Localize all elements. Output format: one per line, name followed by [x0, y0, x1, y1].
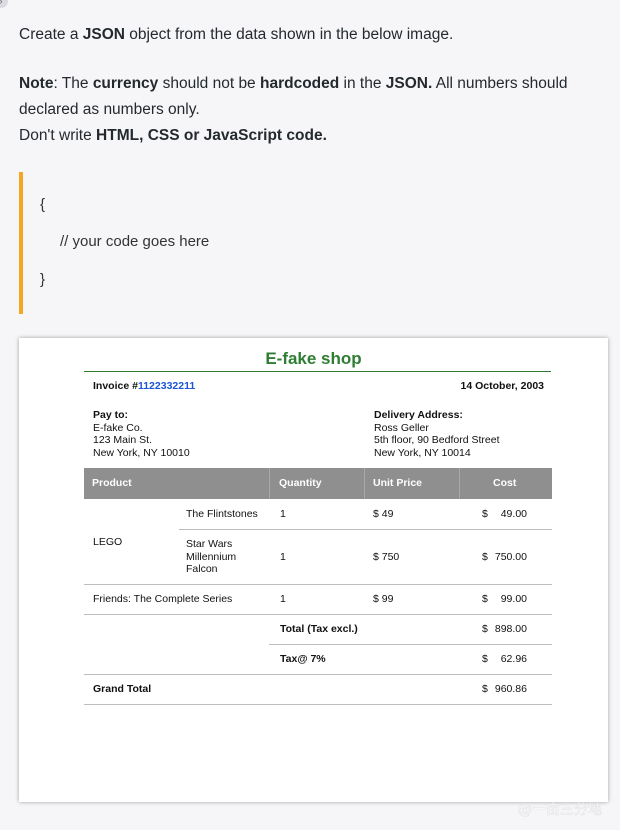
collapse-arrow-icon[interactable]: › — [0, 0, 8, 8]
prompt-line-3: Don't write HTML, CSS or JavaScript code… — [19, 127, 327, 144]
product-group-lego: LEGO — [93, 536, 123, 548]
qty-flintstones: 1 — [280, 508, 286, 520]
prompt-line-1: Create a JSON object from the data shown… — [19, 26, 454, 43]
pay-to-line: E-fake Co. — [93, 421, 143, 434]
code-block[interactable]: { // your code goes here } — [19, 172, 613, 314]
title-divider — [84, 371, 551, 372]
cost-currency-symbol: $ — [482, 508, 488, 520]
cost-friends: 99.00 — [500, 593, 527, 605]
column-divider — [364, 468, 365, 499]
tax-label: Tax@ 7% — [280, 653, 326, 665]
product-star-wars-line: Star Wars — [186, 538, 233, 550]
cost-flintstones: 49.00 — [500, 508, 527, 520]
row-divider — [84, 674, 552, 675]
total-label: Total (Tax excl.) — [280, 623, 358, 635]
delivery-address-block: Delivery Address: Ross Geller 5th floor,… — [374, 409, 500, 459]
column-header-cost: Cost — [493, 477, 517, 489]
row-divider — [269, 644, 552, 645]
cost-star-wars: 750.00 — [494, 551, 527, 563]
tax-currency-symbol: $ — [482, 653, 488, 665]
grand-total-value: 960.86 — [494, 683, 527, 695]
unit-price-star-wars: $ 750 — [373, 551, 400, 563]
column-divider — [459, 468, 460, 499]
unit-price-friends: $ 99 — [373, 593, 394, 605]
code-open-brace: { — [40, 196, 46, 213]
watermark-text: @一亩三分地 — [518, 801, 602, 818]
cost-currency-symbol: $ — [482, 593, 488, 605]
unit-price-flintstones: $ 49 — [373, 508, 394, 520]
qty-friends: 1 — [280, 593, 286, 605]
column-header-unit-price: Unit Price — [373, 477, 423, 489]
cost-currency-symbol: $ — [482, 551, 488, 563]
row-divider — [179, 529, 552, 530]
column-divider — [269, 468, 270, 499]
tax-value: 62.96 — [500, 653, 527, 665]
prompt-note: Note: The currency should not be hardcod… — [19, 75, 568, 118]
grand-total-currency-symbol: $ — [482, 683, 488, 695]
pay-to-line: New York, NY 10010 — [93, 446, 190, 459]
question-prompt: Create a JSON object from the data shown… — [19, 22, 609, 149]
pay-to-block: Pay to: E-fake Co. 123 Main St. New York… — [93, 409, 190, 459]
row-divider — [84, 704, 552, 705]
delivery-header: Delivery Address: — [374, 409, 463, 421]
delivery-line: 5th floor, 90 Bedford Street — [374, 434, 500, 446]
qty-star-wars: 1 — [280, 551, 286, 563]
product-star-wars-line: Falcon — [186, 563, 218, 575]
pay-to-line: 123 Main St. — [93, 434, 152, 446]
total-currency-symbol: $ — [482, 623, 488, 635]
product-star-wars: Star Wars Millennium Falcon — [186, 538, 236, 576]
watermark-logo: @一亩三分地 — [512, 704, 602, 818]
total-value: 898.00 — [494, 623, 527, 635]
code-comment: // your code goes here — [60, 233, 210, 250]
column-header-product: Product — [92, 477, 132, 489]
row-divider — [84, 614, 552, 615]
product-star-wars-line: Millennium — [186, 550, 237, 563]
invoice-date: 14 October, 2003 — [460, 380, 544, 392]
invoice-number: Invoice #1122332211 — [93, 380, 196, 392]
grand-total-label: Grand Total — [93, 683, 152, 695]
table-header: Product Quantity Unit Price Cost — [84, 468, 552, 499]
column-header-quantity: Quantity — [279, 477, 322, 489]
shop-title: E-fake shop — [265, 349, 362, 368]
code-close-brace: } — [40, 271, 46, 288]
product-friends: Friends: The Complete Series — [93, 593, 233, 605]
delivery-line: Ross Geller — [374, 421, 429, 434]
pay-to-header: Pay to: — [93, 409, 129, 421]
product-flintstones: The Flintstones — [186, 508, 258, 520]
row-divider — [84, 584, 552, 585]
delivery-line: New York, NY 10014 — [374, 446, 471, 459]
